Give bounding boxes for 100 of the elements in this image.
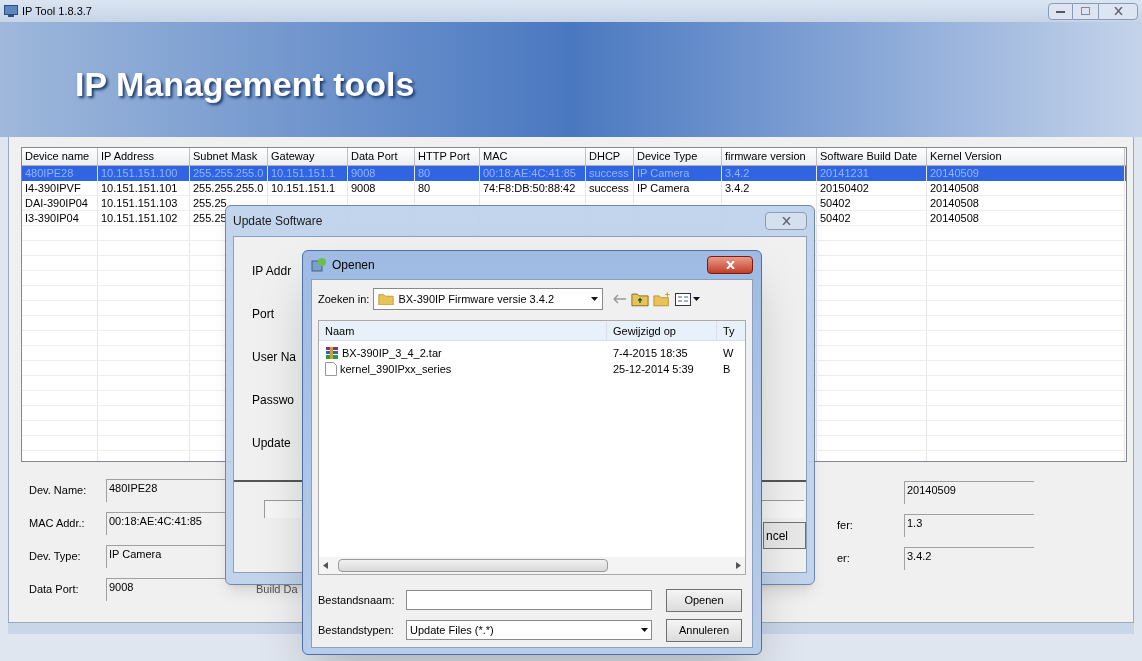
dropdown-arrow-icon — [591, 297, 599, 301]
field-label: fer: — [836, 518, 854, 534]
column-header[interactable]: Ty — [717, 321, 737, 340]
field-label: MAC Addr.: — [29, 516, 86, 532]
back-arrow-icon[interactable] — [613, 294, 628, 304]
scroll-right-icon — [736, 562, 741, 569]
field-label: Data Port: — [29, 582, 80, 598]
file-type: W — [722, 345, 734, 361]
dropdown-arrow-icon — [693, 297, 701, 301]
table-cell: 20140508 — [927, 181, 1125, 195]
table-cell: 9008 — [348, 181, 415, 195]
table-cell: DAI-390IP04 — [22, 196, 98, 210]
column-header[interactable]: Subnet Mask — [190, 148, 268, 165]
table-cell: 10.151.151.100 — [98, 166, 190, 181]
column-header[interactable]: MAC — [480, 148, 586, 165]
table-cell: 50402 — [817, 211, 927, 225]
column-header[interactable]: IP Address — [98, 148, 190, 165]
file-row[interactable]: BX-390IP_3_4_2.tar — [319, 344, 607, 362]
dropdown-arrow-icon — [641, 628, 648, 632]
field-label: Bestandsnaam: — [318, 592, 396, 608]
open-button[interactable]: Openen — [666, 588, 742, 612]
file-row[interactable]: kernel_390IPxx_series — [319, 360, 607, 378]
look-in-dropdown[interactable]: BX-390IP Firmware versie 3.4.2 — [373, 288, 604, 310]
table-cell: 74:F8:DB:50:88:42 — [480, 181, 586, 195]
table-cell: 80 — [415, 166, 480, 181]
column-header[interactable]: Kernel Version — [927, 148, 1125, 165]
table-cell: 00:18:AE:4C:41:85 — [480, 166, 586, 181]
table-cell: 10.151.151.103 — [98, 196, 190, 210]
scroll-left-icon — [323, 562, 328, 569]
table-cell: 10.151.151.1 — [268, 166, 348, 181]
column-header[interactable]: Software Build Date — [817, 148, 927, 165]
scrollbar-thumb[interactable] — [338, 559, 608, 572]
column-header[interactable]: DHCP — [586, 148, 634, 165]
field-label: Build Da — [256, 582, 298, 598]
column-header[interactable]: Gateway — [268, 148, 348, 165]
table-cell: 9008 — [348, 166, 415, 181]
table-cell: 480IPE28 — [22, 166, 98, 181]
text-field[interactable]: 20140509 — [904, 481, 1034, 504]
field-label: Port — [252, 306, 274, 321]
filetype-dropdown[interactable]: Update Files (*.*) — [406, 620, 652, 640]
table-cell: I4-390IPVF — [22, 181, 98, 195]
text-field[interactable]: 3.4.2 — [904, 547, 1034, 570]
field-label: Bestandstypen: — [318, 622, 395, 638]
table-cell: I3-390IP04 — [22, 211, 98, 225]
field-label: IP Addr — [252, 263, 292, 278]
table-cell: 255.255.255.0 — [190, 181, 268, 195]
table-cell: 3.4.2 — [722, 166, 817, 181]
column-header[interactable]: Naam — [319, 321, 607, 340]
column-header[interactable]: Device name — [22, 148, 98, 165]
app-icon — [4, 5, 18, 17]
minimize-button[interactable] — [1048, 2, 1073, 20]
file-name: kernel_390IPxx_series — [340, 361, 452, 377]
field-label: Zoeken in: — [318, 291, 370, 307]
cancel-button[interactable]: ncel — [763, 522, 806, 549]
file-icon — [325, 362, 337, 376]
file-type: B — [722, 361, 731, 377]
close-icon — [781, 217, 791, 225]
text-field[interactable]: 1.3 — [904, 514, 1034, 537]
cancel-button[interactable]: Annuleren — [666, 618, 742, 642]
file-name: BX-390IP_3_4_2.tar — [342, 345, 442, 361]
close-button[interactable] — [707, 256, 753, 274]
table-cell: 20141231 — [817, 166, 927, 181]
file-modified: 25-12-2014 5:39 — [612, 361, 695, 377]
up-folder-icon[interactable] — [631, 291, 650, 307]
dialog-title: Openen — [332, 257, 375, 274]
field-label: er: — [836, 551, 851, 567]
dropdown-value: Update Files (*.*) — [410, 622, 494, 638]
maximize-button[interactable] — [1073, 2, 1098, 20]
table-cell: 10.151.151.102 — [98, 211, 190, 225]
field-label: Dev. Name: — [29, 483, 88, 499]
file-modified: 7-4-2015 18:35 — [612, 345, 689, 361]
column-header[interactable]: HTTP Port — [415, 148, 480, 165]
folder-icon — [378, 292, 395, 306]
text-field[interactable]: 9008 — [106, 578, 226, 601]
table-cell: 20140509 — [927, 166, 1125, 181]
table-cell: success — [586, 181, 634, 195]
table-cell: IP Camera — [634, 166, 722, 181]
dropdown-value: BX-390IP Firmware versie 3.4.2 — [398, 291, 555, 307]
field-label: Passwo — [252, 392, 295, 407]
table-cell: 80 — [415, 181, 480, 195]
table-cell: 10.151.151.101 — [98, 181, 190, 195]
view-icon — [675, 292, 692, 306]
table-cell: 255.255.255.0 — [190, 166, 268, 181]
banner-title: IP Management tools — [75, 64, 415, 105]
column-header[interactable]: Device Type — [634, 148, 722, 165]
app-icon — [311, 257, 327, 273]
archive-icon — [325, 346, 339, 360]
column-header[interactable]: Gewijzigd op — [607, 321, 717, 340]
table-cell: 20150402 — [817, 181, 927, 195]
filename-field[interactable] — [406, 590, 652, 610]
table-cell: 3.4.2 — [722, 181, 817, 195]
table-row[interactable]: I4-390IPVF 10.151.151.101 255.255.255.0 10.151.151.1 9008 80 74:F8:DB:50:88:42 success IP Camera 3.4.2 20150402 20140508 — [22, 181, 1126, 196]
column-header[interactable]: firmware version — [722, 148, 817, 165]
column-header[interactable]: Data Port — [348, 148, 415, 165]
new-folder-icon[interactable] — [653, 291, 672, 307]
minimize-icon — [1056, 9, 1065, 13]
horizontal-scrollbar[interactable] — [319, 557, 745, 574]
maximize-icon — [1081, 7, 1090, 15]
view-menu-button[interactable] — [675, 292, 701, 306]
close-icon — [1113, 7, 1123, 15]
